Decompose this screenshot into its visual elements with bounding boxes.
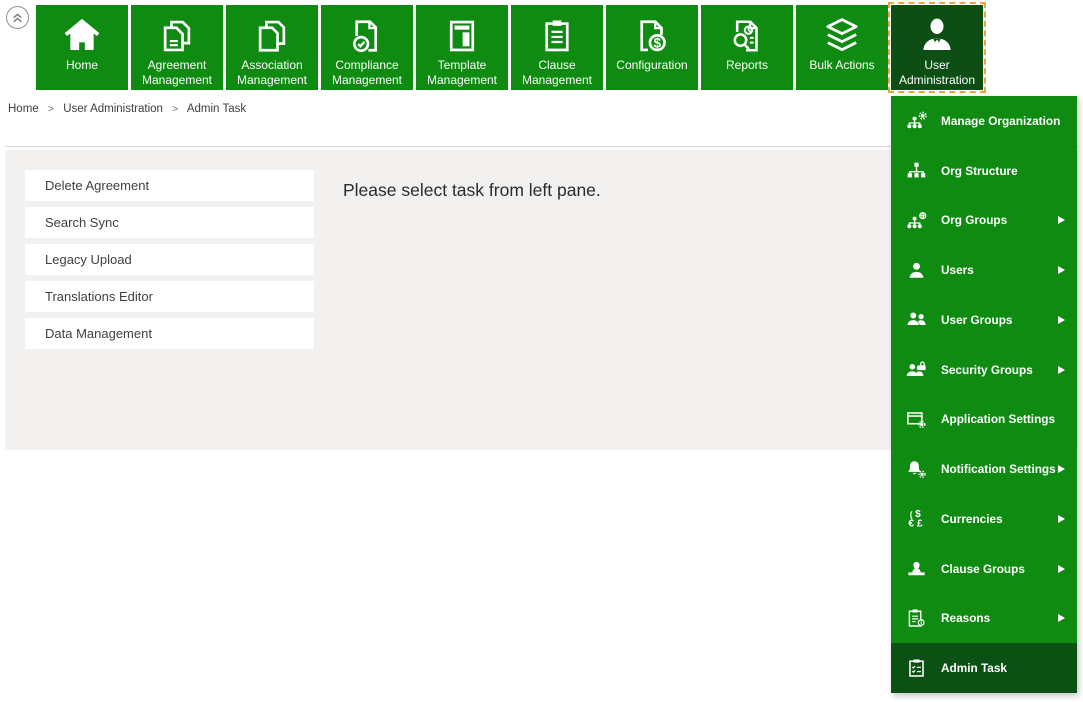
submenu-arrow-icon [1058, 365, 1065, 374]
submenu-arrow-icon [1058, 564, 1065, 573]
breadcrumb-separator: > [47, 103, 55, 115]
submenu-arrow-icon [1058, 465, 1065, 474]
nav-tile-template-management[interactable]: Template Management [416, 5, 508, 90]
submenu-arrow-icon [1058, 216, 1065, 225]
nav-tile-reports[interactable]: Reports [701, 5, 793, 90]
admin-task-pane: Delete Agreement Search Sync Legacy Uplo… [25, 170, 314, 355]
reports-icon [728, 9, 766, 55]
task-item-delete-agreement[interactable]: Delete Agreement [25, 170, 314, 201]
nav-tile-user-administration[interactable]: User Administration [888, 2, 986, 93]
menu-item-label: Reasons [941, 611, 991, 626]
clause-groups-icon [904, 557, 928, 581]
nav-tile-label: Association Management [236, 58, 308, 87]
menu-item-org-structure[interactable]: Org Structure [891, 146, 1077, 196]
task-item-translations-editor[interactable]: Translations Editor [25, 281, 314, 312]
task-item-legacy-upload[interactable]: Legacy Upload [25, 244, 314, 275]
nav-tile-clause-management[interactable]: Clause Management [511, 5, 603, 90]
menu-item-users[interactable]: Users [891, 245, 1077, 295]
menu-item-label: Clause Groups [941, 561, 1025, 576]
nav-tile-label: Agreement Management [141, 58, 213, 87]
reasons-icon [904, 606, 928, 630]
menu-item-org-groups[interactable]: Org Groups [891, 196, 1077, 246]
submenu-arrow-icon [1058, 266, 1065, 275]
task-item-data-management[interactable]: Data Management [25, 318, 314, 349]
breadcrumb: Home > User Administration > Admin Task [8, 103, 246, 115]
nav-tile-agreement-management[interactable]: Agreement Management [131, 5, 223, 90]
double-chevron-up-icon [11, 11, 24, 25]
svg-text:$: $ [653, 35, 661, 50]
main-nav-tilebar: Home Agreement Management Association Ma… [36, 2, 986, 93]
configuration-icon: $ [633, 9, 671, 55]
user-administration-icon [917, 9, 957, 55]
menu-item-admin-task[interactable]: Admin Task [891, 643, 1077, 693]
user-administration-menu: Manage Organization Org Structure Org Gr… [891, 96, 1077, 693]
notification-settings-icon [904, 457, 928, 481]
menu-item-label: Admin Task [941, 661, 1007, 676]
nav-tile-label: Home [65, 58, 98, 72]
agreement-management-icon [158, 9, 196, 55]
menu-item-manage-organization[interactable]: Manage Organization [891, 96, 1077, 146]
submenu-arrow-icon [1058, 514, 1065, 523]
nav-tile-label: Configuration [616, 58, 688, 72]
home-icon [62, 9, 102, 55]
nav-tile-label: Clause Management [521, 58, 593, 87]
admin-task-icon [904, 656, 928, 680]
compliance-management-icon [348, 9, 386, 55]
menu-item-reasons[interactable]: Reasons [891, 594, 1077, 644]
svg-text:€: € [908, 519, 914, 530]
association-management-icon [253, 9, 291, 55]
breadcrumb-home[interactable]: Home [8, 103, 39, 115]
nav-tile-label: Reports [725, 58, 769, 72]
user-groups-icon [904, 308, 928, 332]
empty-state-message: Please select task from left pane. [343, 180, 601, 200]
menu-item-user-groups[interactable]: User Groups [891, 295, 1077, 345]
task-item-search-sync[interactable]: Search Sync [25, 207, 314, 238]
template-management-icon [443, 9, 481, 55]
nav-tile-compliance-management[interactable]: Compliance Management [321, 5, 413, 90]
submenu-arrow-icon [1058, 315, 1065, 324]
menu-item-label: Manage Organization [941, 113, 1061, 128]
breadcrumb-user-administration[interactable]: User Administration [63, 103, 163, 115]
nav-tile-home[interactable]: Home [36, 5, 128, 90]
nav-tile-label: Template Management [426, 58, 498, 87]
application-settings-icon [904, 407, 928, 431]
menu-item-label: Application Settings [941, 412, 1056, 427]
breadcrumb-separator: > [172, 103, 179, 115]
nav-tile-label: Compliance Management [331, 58, 403, 87]
submenu-arrow-icon [1058, 614, 1065, 623]
menu-item-currencies[interactable]: $ € £ Currencies [891, 494, 1077, 544]
nav-tile-label: Bulk Actions [809, 58, 875, 72]
menu-item-clause-groups[interactable]: Clause Groups [891, 544, 1077, 594]
menu-item-label: Org Groups [941, 213, 1008, 228]
manage-organization-icon [904, 109, 928, 133]
security-groups-icon [904, 358, 928, 382]
org-groups-icon [904, 208, 928, 232]
bulk-actions-icon [822, 9, 862, 55]
clause-management-icon [538, 9, 576, 55]
menu-item-notification-settings[interactable]: Notification Settings [891, 444, 1077, 494]
breadcrumb-admin-task[interactable]: Admin Task [187, 103, 246, 115]
svg-text:£: £ [917, 519, 923, 530]
menu-item-security-groups[interactable]: Security Groups [891, 345, 1077, 395]
nav-tile-bulk-actions[interactable]: Bulk Actions [796, 5, 888, 90]
menu-item-label: Security Groups [941, 362, 1033, 377]
collapse-ribbon-button[interactable] [6, 6, 29, 29]
org-structure-icon [904, 159, 928, 183]
menu-item-label: Currencies [941, 511, 1003, 526]
users-icon [904, 258, 928, 282]
currencies-icon: $ € £ [904, 507, 928, 531]
nav-tile-association-management[interactable]: Association Management [226, 5, 318, 90]
nav-tile-configuration[interactable]: $ Configuration [606, 5, 698, 90]
menu-item-label: Org Structure [941, 163, 1018, 178]
menu-item-label: Users [941, 263, 974, 278]
nav-tile-label: User Administration [898, 58, 976, 87]
menu-item-label: Notification Settings [941, 462, 1056, 477]
menu-item-label: User Groups [941, 312, 1013, 327]
menu-item-application-settings[interactable]: Application Settings [891, 395, 1077, 445]
